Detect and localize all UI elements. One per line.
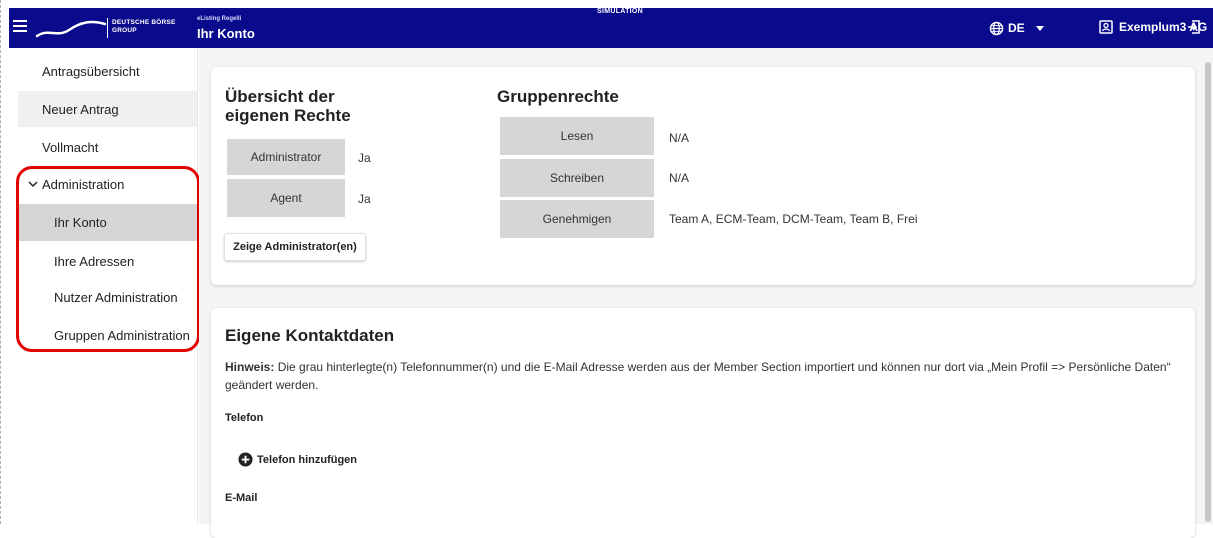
sidebar-item-label: Antragsübersicht <box>42 63 140 79</box>
page-title: Ihr Konto <box>197 26 255 41</box>
account-box-icon <box>1099 20 1113 34</box>
hint-label: Hinweis: <box>225 360 275 374</box>
group-right-value: Team A, ECM-Team, DCM-Team, Team B, Frei <box>669 212 918 226</box>
own-right-value: Ja <box>358 192 371 206</box>
annotation-highlight-ring <box>16 166 200 352</box>
add-phone-button[interactable]: Telefon hinzufügen <box>238 452 357 467</box>
contact-card: Eigene Kontaktdaten Hinweis: Die grau hi… <box>211 308 1195 538</box>
chevron-down-icon <box>1035 25 1044 31</box>
rights-card: Übersicht der eigenen Rechte Administrat… <box>211 67 1195 285</box>
app-window: DEUTSCHE BÖRSE GROUP eListing Regelli Ih… <box>0 0 1213 538</box>
logo-text-line1: DEUTSCHE BÖRSE <box>112 19 176 26</box>
logo-text-line2: GROUP <box>112 27 137 34</box>
group-right-label: Schreiben <box>500 159 654 197</box>
sidebar-item-label: Neuer Antrag <box>42 101 119 117</box>
email-label: E-Mail <box>225 492 258 504</box>
contact-title: Eigene Kontaktdaten <box>225 326 395 345</box>
hint-text: Die grau hinterlegte(n) Telefonnummer(n)… <box>225 360 1171 392</box>
add-phone-label: Telefon hinzufügen <box>257 453 358 466</box>
sidebar-item-neuer-antrag[interactable]: Neuer Antrag <box>18 91 197 127</box>
sidebar-item-label: Vollmacht <box>42 139 99 155</box>
hamburger-menu-icon[interactable] <box>13 20 27 32</box>
language-label: DE <box>1008 21 1025 35</box>
sidebar-item-vollmacht[interactable]: Vollmacht <box>18 134 197 160</box>
top-bar: DEUTSCHE BÖRSE GROUP eListing Regelli Ih… <box>9 8 1213 48</box>
own-rights-title-line1: Übersicht der <box>225 87 335 106</box>
own-right-value: Ja <box>358 151 371 165</box>
sidebar-item-antragsuebersicht[interactable]: Antragsübersicht <box>18 58 197 84</box>
phone-label: Telefon <box>225 412 264 424</box>
group-right-label: Genehmigen <box>500 200 654 238</box>
own-rights-title-line2: eigenen Rechte <box>225 106 351 125</box>
group-rights-title: Gruppenrechte <box>497 87 619 106</box>
show-administrators-button[interactable]: Zeige Administrator(en) <box>224 233 366 261</box>
globe-icon <box>989 21 1004 35</box>
group-right-label: Lesen <box>500 117 654 155</box>
scrollbar[interactable] <box>1205 62 1211 522</box>
app-subtitle: eListing Regelli <box>197 16 242 22</box>
own-right-label: Agent <box>227 179 345 217</box>
own-rights-title: Übersicht der eigenen Rechte <box>225 87 351 125</box>
group-right-value: N/A <box>669 131 690 145</box>
language-selector[interactable]: DE <box>989 20 1044 36</box>
own-right-label: Administrator <box>227 139 345 175</box>
environment-label: SIMULATION <box>597 8 644 15</box>
logout-icon[interactable] <box>1186 19 1202 35</box>
logo-text: DEUTSCHE BÖRSE GROUP <box>112 19 175 35</box>
deutsche-boerse-logo <box>35 20 107 38</box>
plus-circle-icon <box>238 452 253 467</box>
group-right-value: N/A <box>669 171 690 185</box>
logo-divider <box>107 18 108 38</box>
contact-hint: Hinweis: Die grau hinterlegte(n) Telefon… <box>225 358 1185 394</box>
